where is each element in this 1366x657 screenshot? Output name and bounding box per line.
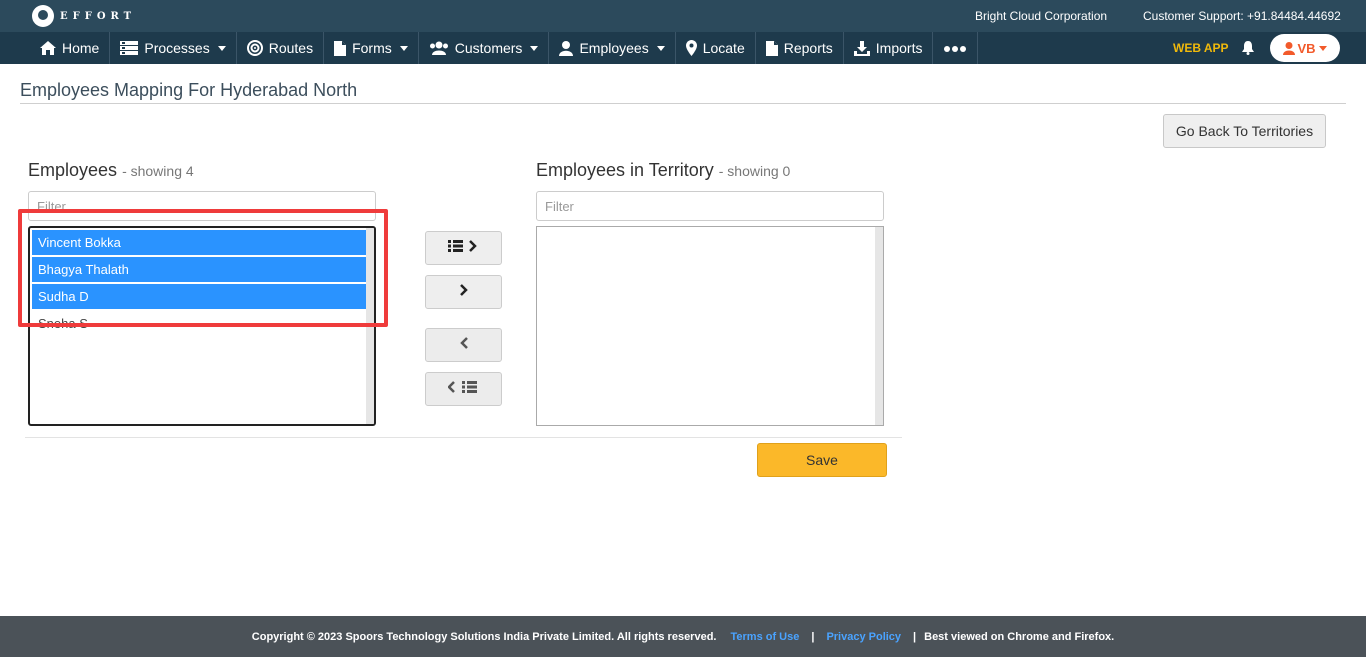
nav-locate[interactable]: Locate — [676, 32, 756, 64]
nav-processes[interactable]: Processes — [110, 32, 237, 64]
user-icon — [559, 40, 574, 56]
nav-routes-label: Routes — [268, 40, 314, 56]
chevron-right-icon — [459, 283, 469, 302]
effort-logo[interactable]: EFFORT — [32, 4, 136, 28]
list-item[interactable]: Sudha D — [32, 284, 368, 309]
company-name: Bright Cloud Corporation — [975, 9, 1108, 23]
nav-employees-label: Employees — [579, 40, 649, 56]
nav-reports-label: Reports — [783, 40, 833, 56]
nav-employees[interactable]: Employees — [549, 32, 676, 64]
employees-in-territory-count: - showing 0 — [718, 163, 791, 179]
employees-in-territory-listbox[interactable] — [536, 226, 884, 426]
footer-separator: | — [811, 630, 815, 643]
chevron-down-icon — [656, 45, 665, 51]
footer-separator: | — [913, 630, 917, 643]
move-selected-left-button[interactable] — [425, 328, 502, 362]
page-title: Employees Mapping For Hyderabad North — [20, 80, 358, 100]
main-nav: Home Processes Routes Forms Customers Em… — [0, 32, 1366, 64]
save-button[interactable]: Save — [757, 443, 887, 477]
chevron-left-icon — [459, 336, 469, 355]
user-menu[interactable]: VB — [1270, 34, 1340, 62]
user-icon — [1283, 41, 1296, 55]
logo-text: EFFORT — [60, 10, 137, 22]
copyright-text: Copyright © 2023 Spoors Technology Solut… — [251, 630, 717, 643]
move-all-right-button[interactable] — [425, 231, 502, 265]
server-icon — [120, 41, 139, 55]
nav-more[interactable] — [933, 32, 979, 64]
divider — [20, 103, 1346, 104]
territory-filter-input[interactable]: Filter — [536, 191, 884, 221]
employees-heading-text: Employees — [28, 160, 118, 180]
nav-processes-label: Processes — [144, 40, 210, 56]
list-left-icon — [446, 380, 480, 399]
nav-home-label: Home — [62, 40, 100, 56]
top-bar: EFFORT Bright Cloud Corporation Customer… — [0, 0, 1366, 32]
user-initials: VB — [1297, 40, 1316, 56]
list-item[interactable]: Vincent Bokka — [32, 230, 368, 255]
nav-customers[interactable]: Customers — [419, 32, 550, 64]
browser-note: Best viewed on Chrome and Firefox. — [924, 630, 1115, 643]
nav-home[interactable]: Home — [30, 32, 111, 64]
list-item[interactable]: Sneha S — [32, 311, 368, 336]
employees-listbox[interactable]: Vincent Bokka Bhagya Thalath Sudha D Sne… — [28, 226, 376, 426]
home-icon — [40, 41, 56, 55]
employees-in-territory-heading: Employees in Territory - showing 0 — [536, 160, 790, 181]
employees-heading: Employees - showing 4 — [28, 160, 194, 181]
scrollbar[interactable] — [366, 228, 374, 424]
nav-imports-label: Imports — [875, 40, 923, 56]
download-icon — [853, 40, 870, 56]
terms-of-use-link[interactable]: Terms of Use — [730, 631, 799, 643]
privacy-policy-link[interactable]: Privacy Policy — [826, 631, 901, 643]
logo-icon — [32, 5, 54, 27]
nav-reports[interactable]: Reports — [756, 32, 844, 64]
list-right-icon — [447, 239, 480, 258]
nav-routes[interactable]: Routes — [237, 32, 325, 64]
chevron-down-icon — [217, 45, 226, 51]
users-icon — [429, 41, 449, 55]
target-icon — [246, 40, 263, 56]
list-item[interactable]: Bhagya Thalath — [32, 257, 368, 282]
employees-in-territory-heading-text: Employees in Territory — [536, 160, 714, 180]
footer: Copyright © 2023 Spoors Technology Solut… — [0, 616, 1366, 657]
go-back-to-territories-button[interactable]: Go Back To Territories — [1163, 114, 1326, 148]
more-icon — [943, 40, 967, 56]
map-marker-icon — [685, 40, 697, 56]
nav-forms[interactable]: Forms — [324, 32, 419, 64]
file-icon — [334, 40, 347, 56]
web-app-link[interactable]: WEB APP — [1173, 41, 1229, 55]
nav-customers-label: Customers — [454, 40, 523, 56]
nav-forms-label: Forms — [352, 40, 392, 56]
scrollbar[interactable] — [875, 227, 883, 425]
employees-filter-input[interactable]: Filter — [28, 191, 376, 221]
move-all-left-button[interactable] — [425, 372, 502, 406]
move-selected-right-button[interactable] — [425, 275, 502, 309]
customer-support: Customer Support: +91.84484.44692 — [1143, 9, 1341, 23]
chevron-down-icon — [530, 45, 539, 51]
nav-imports[interactable]: Imports — [844, 32, 934, 64]
chevron-down-icon — [1318, 45, 1327, 51]
divider — [25, 437, 902, 438]
employees-count: - showing 4 — [122, 163, 194, 179]
file-icon — [765, 40, 778, 56]
chevron-down-icon — [399, 45, 408, 51]
nav-locate-label: Locate — [702, 40, 745, 56]
bell-icon[interactable] — [1242, 41, 1254, 60]
